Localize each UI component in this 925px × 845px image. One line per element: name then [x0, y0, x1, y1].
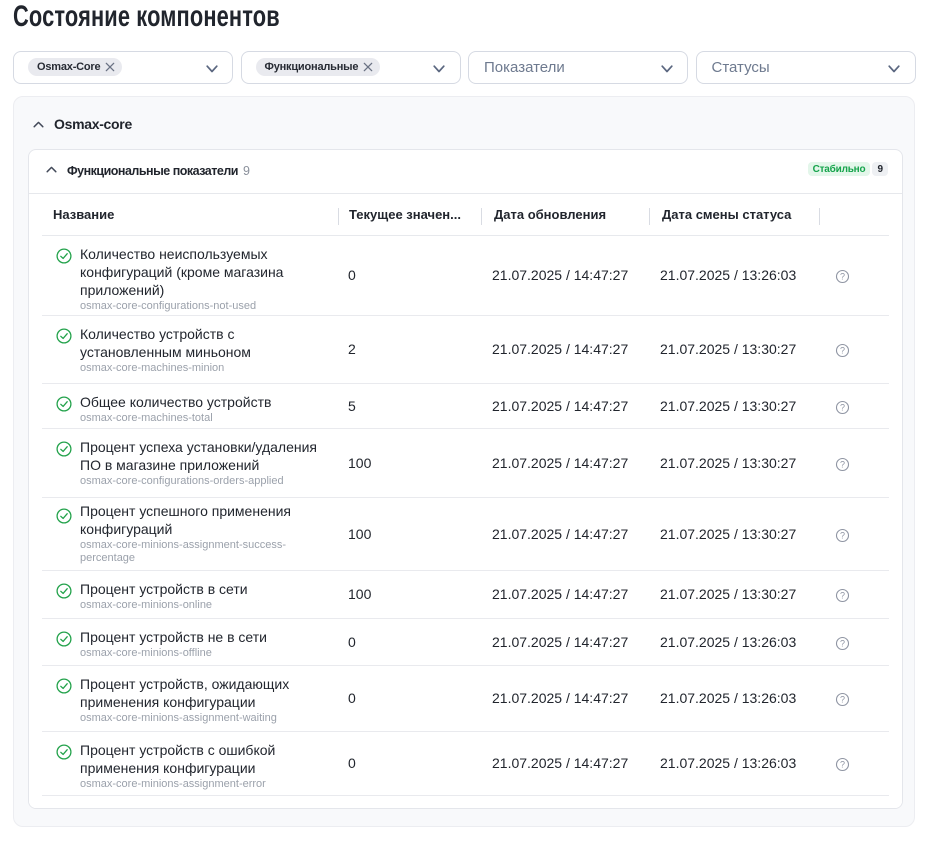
- svg-text:?: ?: [840, 530, 845, 540]
- svg-text:?: ?: [840, 695, 845, 705]
- svg-text:?: ?: [840, 402, 845, 412]
- svg-text:?: ?: [840, 459, 845, 469]
- svg-text:?: ?: [840, 591, 845, 601]
- svg-text:?: ?: [840, 760, 845, 770]
- svg-text:?: ?: [840, 638, 845, 648]
- svg-text:?: ?: [840, 272, 845, 282]
- svg-text:?: ?: [840, 346, 845, 356]
